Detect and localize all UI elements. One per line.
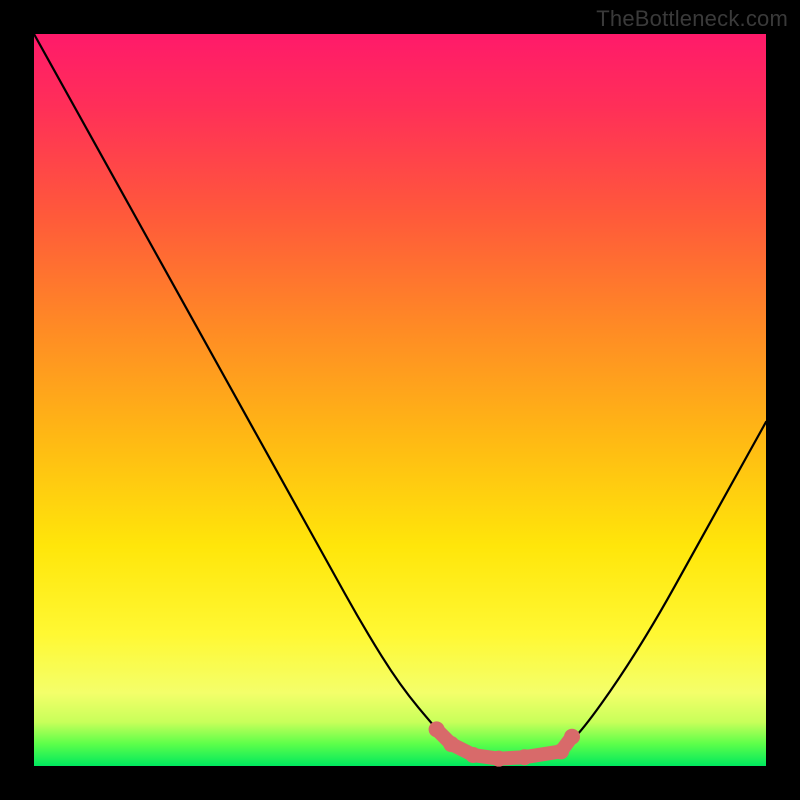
valley-marker — [429, 721, 445, 737]
valley-markers — [429, 721, 580, 766]
valley-marker — [516, 749, 532, 765]
plot-area — [34, 34, 766, 766]
valley-marker — [443, 736, 459, 752]
valley-marker — [491, 751, 507, 767]
bottleneck-curve-svg — [34, 34, 766, 766]
chart-frame: TheBottleneck.com — [0, 0, 800, 800]
bottleneck-curve — [34, 34, 766, 759]
valley-marker — [553, 743, 569, 759]
watermark-text: TheBottleneck.com — [596, 6, 788, 32]
valley-marker — [465, 747, 481, 763]
valley-marker — [564, 729, 580, 745]
